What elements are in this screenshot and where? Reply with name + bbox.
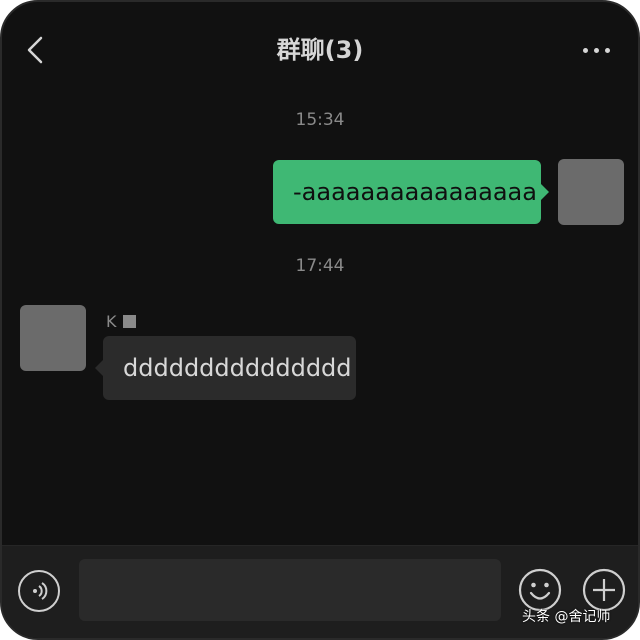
more-options-button[interactable] — [576, 32, 616, 68]
message-input[interactable] — [79, 559, 501, 621]
my-avatar[interactable] — [558, 159, 624, 225]
sender-name-redaction — [122, 314, 136, 328]
sender-name-label: K — [106, 311, 117, 331]
incoming-message-bubble[interactable]: ddddddddddddddd — [95, 336, 356, 400]
sender-name: K — [106, 310, 136, 332]
sender-avatar[interactable] — [20, 305, 86, 371]
chat-title: 群聊(3) — [276, 36, 364, 64]
voice-icon — [33, 582, 48, 600]
watermark-text: 头条 @舍记师 — [522, 609, 611, 625]
voice-button[interactable] — [18, 570, 60, 612]
message-timestamp: 17:44 — [295, 256, 345, 276]
more-dots-icon — [582, 47, 588, 53]
message-timestamp: 15:34 — [295, 110, 345, 130]
back-button[interactable] — [20, 32, 50, 68]
message-text: -aaaaaaaaaaaaaaaa — [293, 178, 537, 206]
chat-screen: 群聊(3) 15:34 -aaaaaaaaaaaaaaaa 17:44 K dd… — [0, 0, 640, 640]
chevron-left-icon — [27, 36, 43, 64]
message-text: ddddddddddddddd — [123, 354, 352, 382]
outgoing-message-bubble[interactable]: -aaaaaaaaaaaaaaaa — [273, 160, 549, 224]
